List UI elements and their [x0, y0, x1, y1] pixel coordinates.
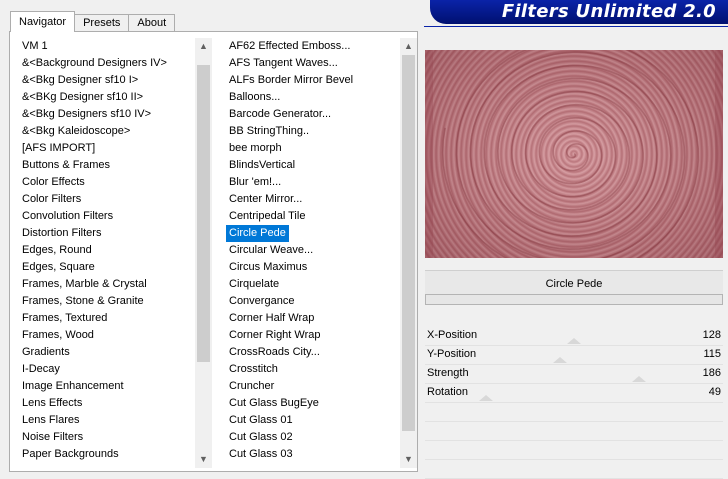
empty-param-row [425, 422, 723, 441]
filter-item[interactable]: Blur 'em!... [226, 174, 353, 191]
filter-item[interactable]: Circular Weave... [226, 242, 353, 259]
filter-item[interactable]: Cirquelate [226, 276, 353, 293]
category-item[interactable]: Frames, Wood [19, 327, 167, 344]
slider-handle-icon[interactable] [567, 338, 581, 344]
filter-list[interactable]: AF62 Effected Emboss... AFS Tangent Waves… [226, 38, 401, 468]
scroll-down-icon[interactable]: ▼ [195, 451, 212, 468]
category-item[interactable]: Paper Backgrounds [19, 446, 167, 463]
filter-item[interactable]: ALFs Border Mirror Bevel [226, 72, 353, 89]
filter-item[interactable]: Corner Right Wrap [226, 327, 353, 344]
filter-item[interactable]: Circus Maximus [226, 259, 353, 276]
tab-navigator[interactable]: Navigator [10, 11, 76, 32]
category-item[interactable]: Image Enhancement [19, 378, 167, 395]
category-item[interactable]: Buttons & Frames [19, 157, 167, 174]
category-item[interactable]: Color Effects [19, 174, 167, 191]
category-scrollbar[interactable]: ▲ ▼ [195, 38, 212, 468]
filter-item[interactable]: BlindsVertical [226, 157, 353, 174]
parameter-sliders: X-Position 128 Y-Position 115 Strength 186 Rot… [425, 327, 723, 479]
filter-item[interactable]: Barcode Generator... [226, 106, 353, 123]
param-value: 49 [708, 386, 721, 398]
category-item[interactable]: &<Bkg Kaleidoscope> [19, 123, 167, 140]
param-name: Strength [427, 367, 469, 379]
filter-item[interactable]: AFS Tangent Waves... [226, 55, 353, 72]
category-list[interactable]: VM 1 &<Background Designers IV> &<Bkg Desi… [19, 38, 196, 468]
app-banner: Filters Unlimited 2.0 [430, 0, 728, 24]
category-item[interactable]: Gradients [19, 344, 167, 361]
category-item[interactable]: &<Bkg Designer sf10 I> [19, 72, 167, 89]
param-slider[interactable]: X-Position 128 [425, 327, 723, 346]
tab-presets[interactable]: Presets [74, 14, 130, 32]
filter-scroll-thumb[interactable] [402, 55, 415, 431]
filter-item[interactable]: BB StringThing.. [226, 123, 353, 140]
selected-filter-name: Circle Pede [425, 270, 723, 297]
param-slider[interactable]: Y-Position 115 [425, 346, 723, 365]
empty-param-row [425, 460, 723, 479]
category-item[interactable]: &<Bkg Designers sf10 IV> [19, 106, 167, 123]
category-item[interactable]: Color Filters [19, 191, 167, 208]
slider-handle-icon[interactable] [479, 395, 493, 401]
slider-handle-icon[interactable] [553, 357, 567, 363]
category-item[interactable]: &<Background Designers IV> [19, 55, 167, 72]
filter-item[interactable]: AF62 Effected Emboss... [226, 38, 353, 55]
filter-item[interactable]: Circle Pede [226, 225, 289, 242]
filter-scrollbar[interactable]: ▲ ▼ [400, 38, 417, 468]
category-item[interactable]: Noise Filters [19, 429, 167, 446]
param-value: 115 [703, 348, 721, 360]
param-slider[interactable]: Rotation 49 [425, 384, 723, 403]
filter-item[interactable]: Cut Glass BugEye [226, 395, 353, 412]
category-item[interactable]: Lens Flares [19, 412, 167, 429]
filter-item[interactable]: Crosstitch [226, 361, 353, 378]
tab-about[interactable]: About [128, 14, 176, 32]
filter-item[interactable]: Cut Glass 01 [226, 412, 353, 429]
category-item[interactable]: Frames, Stone & Granite [19, 293, 167, 310]
param-value: 186 [702, 367, 721, 379]
filter-item[interactable]: Cruncher [226, 378, 353, 395]
category-item[interactable]: I-Decay [19, 361, 167, 378]
category-item[interactable]: [AFS IMPORT] [19, 140, 167, 157]
empty-param-row [425, 403, 723, 422]
scroll-down-icon[interactable]: ▼ [400, 451, 417, 468]
category-item[interactable]: Frames, Textured [19, 310, 167, 327]
category-item[interactable]: &<BKg Designer sf10 II> [19, 89, 167, 106]
category-item[interactable]: Edges, Square [19, 259, 167, 276]
scroll-up-icon[interactable]: ▲ [400, 38, 417, 55]
param-slider[interactable]: Strength 186 [425, 365, 723, 384]
category-scroll-thumb[interactable] [197, 65, 210, 362]
param-name: Rotation [427, 386, 468, 398]
category-item[interactable]: Distortion Filters [19, 225, 167, 242]
filter-item[interactable]: Balloons... [226, 89, 353, 106]
empty-param-row [425, 441, 723, 460]
slider-handle-icon[interactable] [632, 376, 646, 382]
banner-divider [424, 26, 728, 27]
category-item[interactable]: Lens Effects [19, 395, 167, 412]
filter-item[interactable]: CrossRoads City... [226, 344, 353, 361]
param-name: X-Position [427, 329, 478, 341]
scroll-up-icon[interactable]: ▲ [195, 38, 212, 55]
filter-item[interactable]: Convergance [226, 293, 353, 310]
progress-bar [425, 294, 723, 305]
filter-item[interactable]: Center Mirror... [226, 191, 353, 208]
filter-item[interactable]: Centripedal Tile [226, 208, 353, 225]
category-item[interactable]: Frames, Marble & Crystal [19, 276, 167, 293]
param-value: 128 [702, 329, 721, 341]
category-item[interactable]: Convolution Filters [19, 208, 167, 225]
filter-item[interactable]: Cut Glass 02 [226, 429, 353, 446]
app-title: Filters Unlimited 2.0 [501, 1, 716, 22]
filter-item[interactable]: bee morph [226, 140, 353, 157]
spiral-preview-image [425, 50, 723, 258]
filter-item[interactable]: Cut Glass 03 [226, 446, 353, 463]
category-item[interactable]: VM 1 [19, 38, 167, 55]
category-item[interactable]: Edges, Round [19, 242, 167, 259]
filter-item[interactable]: Corner Half Wrap [226, 310, 353, 327]
param-name: Y-Position [427, 348, 477, 360]
effect-preview [425, 50, 723, 258]
tab-strip: Navigator Presets About [10, 11, 176, 32]
